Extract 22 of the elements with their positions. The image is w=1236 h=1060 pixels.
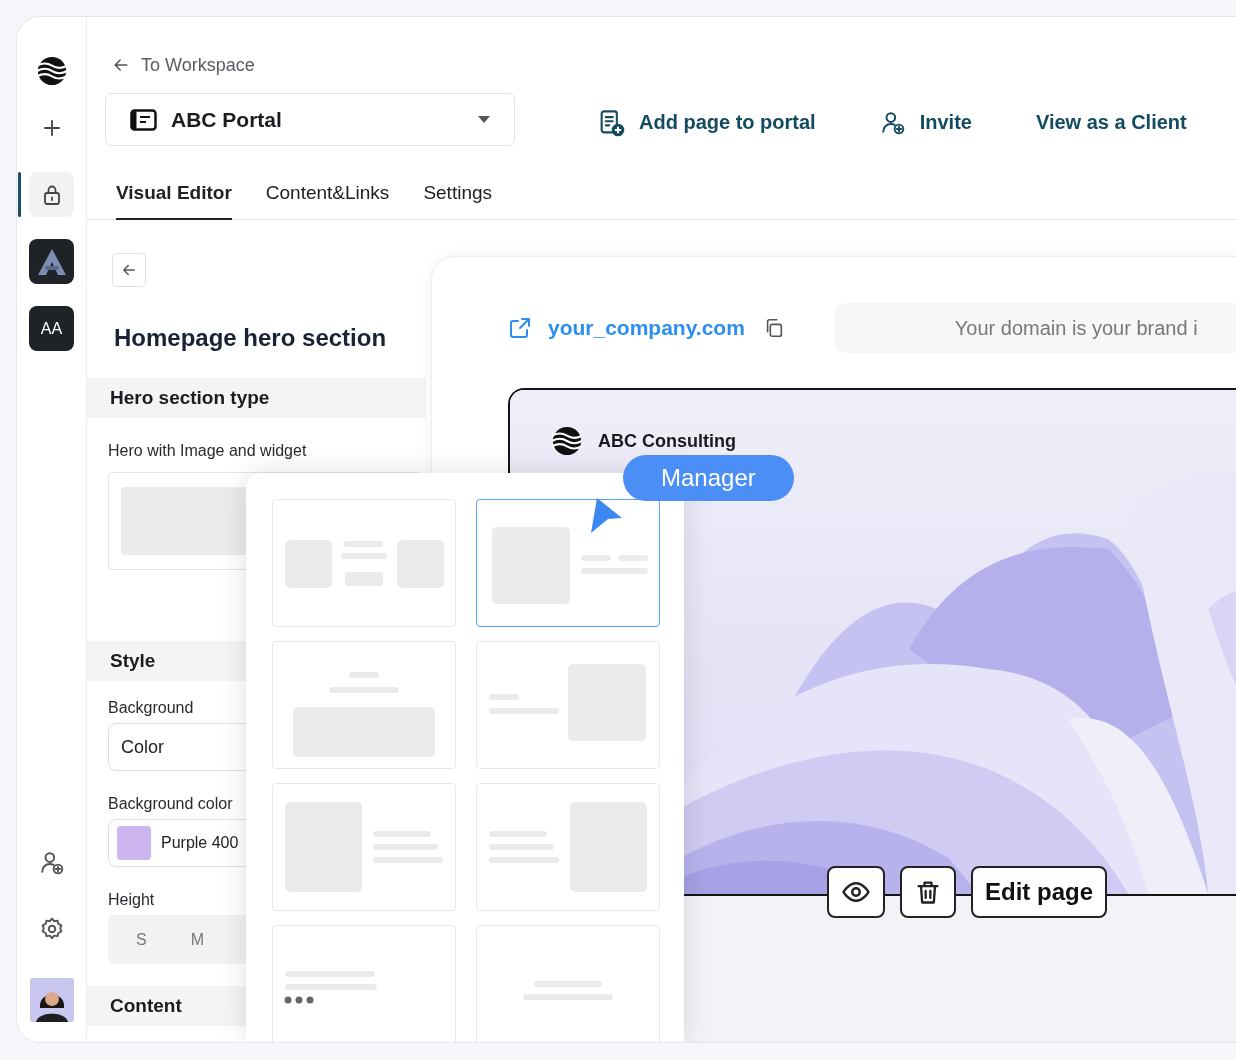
- edit-page-button[interactable]: Edit page: [971, 866, 1107, 918]
- portal-select[interactable]: ABC Portal: [105, 93, 515, 146]
- toolbar-link[interactable]: Invite: [879, 108, 972, 137]
- field-label: Height: [108, 891, 156, 909]
- section-title: Homepage hero section: [114, 323, 388, 353]
- back-link[interactable]: To Workspace: [111, 55, 255, 75]
- tab[interactable]: Content&Links: [265, 165, 390, 220]
- workspace-tile[interactable]: AA: [29, 306, 74, 351]
- tab[interactable]: Settings: [423, 165, 493, 220]
- brand-name: ABC Consulting: [598, 430, 736, 452]
- domain-hint: Your domain is your brand i: [834, 303, 1236, 353]
- section-heading: Hero section type: [87, 378, 426, 418]
- field-label: Hero with Image and widget: [108, 442, 308, 460]
- toolbar-link[interactable]: View as a Client: [1035, 108, 1187, 137]
- tab[interactable]: Visual Editor: [116, 165, 232, 220]
- size-option[interactable]: M: [190, 930, 204, 949]
- role-badge: Manager: [623, 455, 794, 501]
- color-name: Purple 400: [161, 834, 239, 852]
- toolbar-link[interactable]: Add page to portal: [597, 108, 816, 137]
- field-label: Background color: [108, 795, 234, 813]
- size-option[interactable]: S: [136, 930, 147, 949]
- field-label: Background: [108, 699, 195, 717]
